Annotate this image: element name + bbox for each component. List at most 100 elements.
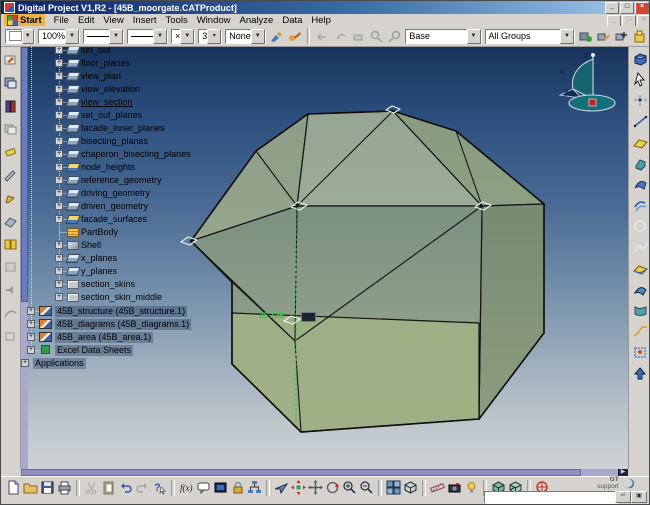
- tree-item[interactable]: 45B_structure (45B_structure.1): [55, 306, 187, 317]
- eraser-icon[interactable]: [3, 145, 18, 159]
- tree-vertical-scrollbar[interactable]: [21, 47, 28, 469]
- tree-expander[interactable]: +: [55, 202, 63, 210]
- tree-item[interactable]: floor_planes: [81, 58, 130, 69]
- tree-expander[interactable]: +: [21, 359, 29, 367]
- up-arrow-icon[interactable]: [632, 366, 649, 381]
- viewport-horizontal-scrollbar[interactable]: ▶: [21, 469, 628, 476]
- fly-icon[interactable]: [274, 480, 289, 495]
- zoom-in-icon[interactable]: [342, 480, 357, 495]
- group-add-icon[interactable]: [614, 29, 629, 44]
- close-button[interactable]: ×: [635, 2, 649, 14]
- tree-expander[interactable]: +: [55, 150, 63, 158]
- tree-expander[interactable]: +: [55, 85, 63, 93]
- line-type-dropdown[interactable]: ▼: [83, 29, 124, 44]
- catalog-book-icon[interactable]: [3, 237, 18, 251]
- new-group-icon[interactable]: [632, 29, 647, 44]
- menu-analyze[interactable]: Analyze: [240, 15, 274, 26]
- workbench-dropdown[interactable]: Base▼: [405, 29, 481, 44]
- knife-icon[interactable]: [3, 168, 18, 182]
- formula-fx-icon[interactable]: f(x): [179, 480, 194, 495]
- help-icon[interactable]: ?: [152, 480, 167, 495]
- select-cursor-icon[interactable]: [632, 72, 649, 87]
- tree-expander[interactable]: +: [55, 176, 63, 184]
- measure-icon[interactable]: [430, 480, 445, 495]
- tree-expander[interactable]: +: [55, 59, 63, 67]
- search-left-icon[interactable]: [369, 29, 384, 44]
- new-window-icon[interactable]: [3, 76, 18, 90]
- pen-icon[interactable]: [3, 191, 18, 205]
- paste-icon[interactable]: [101, 480, 116, 495]
- tree-item-selected[interactable]: view_section: [81, 97, 133, 108]
- tree-expander[interactable]: +: [55, 72, 63, 80]
- tree-expander[interactable]: +: [55, 111, 63, 119]
- tree-expander[interactable]: +: [55, 280, 63, 288]
- menu-data[interactable]: Data: [282, 15, 302, 26]
- tree-expander[interactable]: +: [27, 346, 35, 354]
- tree-expander[interactable]: +: [55, 241, 63, 249]
- weight-spinner[interactable]: 3▾: [198, 29, 222, 44]
- tree-expander[interactable]: +: [55, 254, 63, 262]
- menu-tools[interactable]: Tools: [166, 15, 188, 26]
- tree-item[interactable]: node_heights: [81, 162, 135, 173]
- menu-window[interactable]: Window: [197, 15, 231, 26]
- fit-all-icon[interactable]: [291, 480, 306, 495]
- tree-expander[interactable]: +: [55, 46, 63, 54]
- section-icon[interactable]: [3, 214, 18, 228]
- erase-disabled-icon[interactable]: [351, 29, 366, 44]
- rotate-icon[interactable]: [325, 480, 340, 495]
- scrollbar-thumb[interactable]: [21, 47, 28, 302]
- tree-item[interactable]: Applications: [33, 358, 86, 369]
- placeholder-icon[interactable]: [3, 260, 18, 274]
- tree-item[interactable]: Excel Data Sheets: [55, 345, 133, 356]
- new-document-icon[interactable]: [6, 480, 21, 495]
- fill-color-dropdown[interactable]: ▼: [5, 29, 35, 44]
- tree-item[interactable]: y_planes: [81, 266, 117, 277]
- save-icon[interactable]: [40, 480, 55, 495]
- tree-item[interactable]: PartBody: [81, 227, 118, 238]
- paint-brush-icon[interactable]: [269, 29, 284, 44]
- tree-expander[interactable]: +: [55, 137, 63, 145]
- redo-disabled-icon[interactable]: [333, 29, 348, 44]
- tree-expander[interactable]: +: [27, 307, 35, 315]
- tree-item[interactable]: 45B_area (45B_area.1): [55, 332, 153, 343]
- tree-item[interactable]: set_out_planes: [81, 110, 142, 121]
- maximize-button[interactable]: □: [620, 2, 634, 14]
- paint-icon[interactable]: [3, 53, 18, 67]
- screen-icon[interactable]: [213, 480, 228, 495]
- menu-insert[interactable]: Insert: [133, 15, 157, 26]
- scroll-right-arrow[interactable]: ▶: [618, 469, 628, 476]
- tree-item[interactable]: reference_geometry: [81, 175, 162, 186]
- axis-box-icon[interactable]: [632, 51, 649, 66]
- plane-icon[interactable]: [632, 135, 649, 150]
- line-weight-dropdown[interactable]: ▼: [127, 29, 168, 44]
- undo-disabled-icon[interactable]: [315, 29, 330, 44]
- library-icon[interactable]: [3, 99, 18, 113]
- tree-expander[interactable]: +: [55, 98, 63, 106]
- spline-icon[interactable]: [632, 240, 649, 255]
- menu-start[interactable]: Start: [4, 14, 45, 26]
- undo-icon[interactable]: [118, 480, 133, 495]
- tree-expander[interactable]: +: [55, 215, 63, 223]
- iso-view-icon[interactable]: [403, 480, 418, 495]
- loft-icon[interactable]: [632, 303, 649, 318]
- power-input-field[interactable]: [484, 491, 618, 504]
- group-edit-icon[interactable]: [578, 29, 593, 44]
- circle-icon[interactable]: [632, 219, 649, 234]
- view-copy-icon[interactable]: [3, 122, 18, 136]
- chat-icon[interactable]: [196, 480, 211, 495]
- cut-disabled-icon[interactable]: [84, 480, 99, 495]
- groups-dropdown[interactable]: All Groups▼: [485, 29, 576, 44]
- tree-expander[interactable]: +: [55, 267, 63, 275]
- structure-icon[interactable]: [247, 480, 262, 495]
- tree-expander[interactable]: +: [55, 293, 63, 301]
- tree-expander[interactable]: +: [55, 124, 63, 132]
- transparency-dropdown[interactable]: 100%▼: [38, 29, 80, 44]
- render-style-dropdown[interactable]: None▼: [225, 29, 266, 44]
- multi-view-icon[interactable]: [386, 480, 401, 495]
- line-icon[interactable]: [632, 114, 649, 129]
- minimize-button[interactable]: _: [605, 2, 619, 14]
- tree-item[interactable]: bisecting_planes: [81, 136, 148, 147]
- tree-item[interactable]: chaperon_bisecting_planes: [81, 149, 191, 160]
- zoom-out-icon[interactable]: [359, 480, 374, 495]
- offset-surface-icon[interactable]: [632, 198, 649, 213]
